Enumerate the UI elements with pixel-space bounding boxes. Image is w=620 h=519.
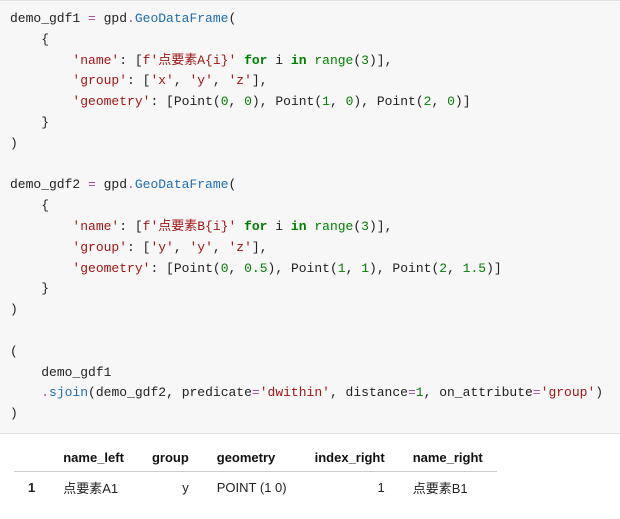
cell-name-left: 点要素A1 — [49, 471, 138, 503]
col-name-left: name_left — [49, 444, 138, 472]
code-cell: demo_gdf1 = gpd.GeoDataFrame( { 'name': … — [0, 0, 620, 434]
dataframe-table: name_left group geometry index_right nam… — [14, 444, 497, 503]
cell-name-right: 点要素B1 — [399, 471, 497, 503]
col-index-right: index_right — [301, 444, 399, 472]
col-geometry: geometry — [203, 444, 301, 472]
col-group: group — [138, 444, 203, 472]
output-cell: name_left group geometry index_right nam… — [0, 434, 620, 519]
cell-geometry: POINT (1 0) — [203, 471, 301, 503]
cell-index: 1 — [14, 471, 49, 503]
table-row: 1 点要素A1 y POINT (1 0) 1 点要素B1 — [14, 471, 497, 503]
col-name-right: name_right — [399, 444, 497, 472]
code-line: demo_gdf1 = gpd.GeoDataFrame( — [10, 11, 236, 26]
col-index — [14, 444, 49, 472]
cell-index-right: 1 — [301, 471, 399, 503]
table-header-row: name_left group geometry index_right nam… — [14, 444, 497, 472]
cell-group: y — [138, 471, 203, 503]
